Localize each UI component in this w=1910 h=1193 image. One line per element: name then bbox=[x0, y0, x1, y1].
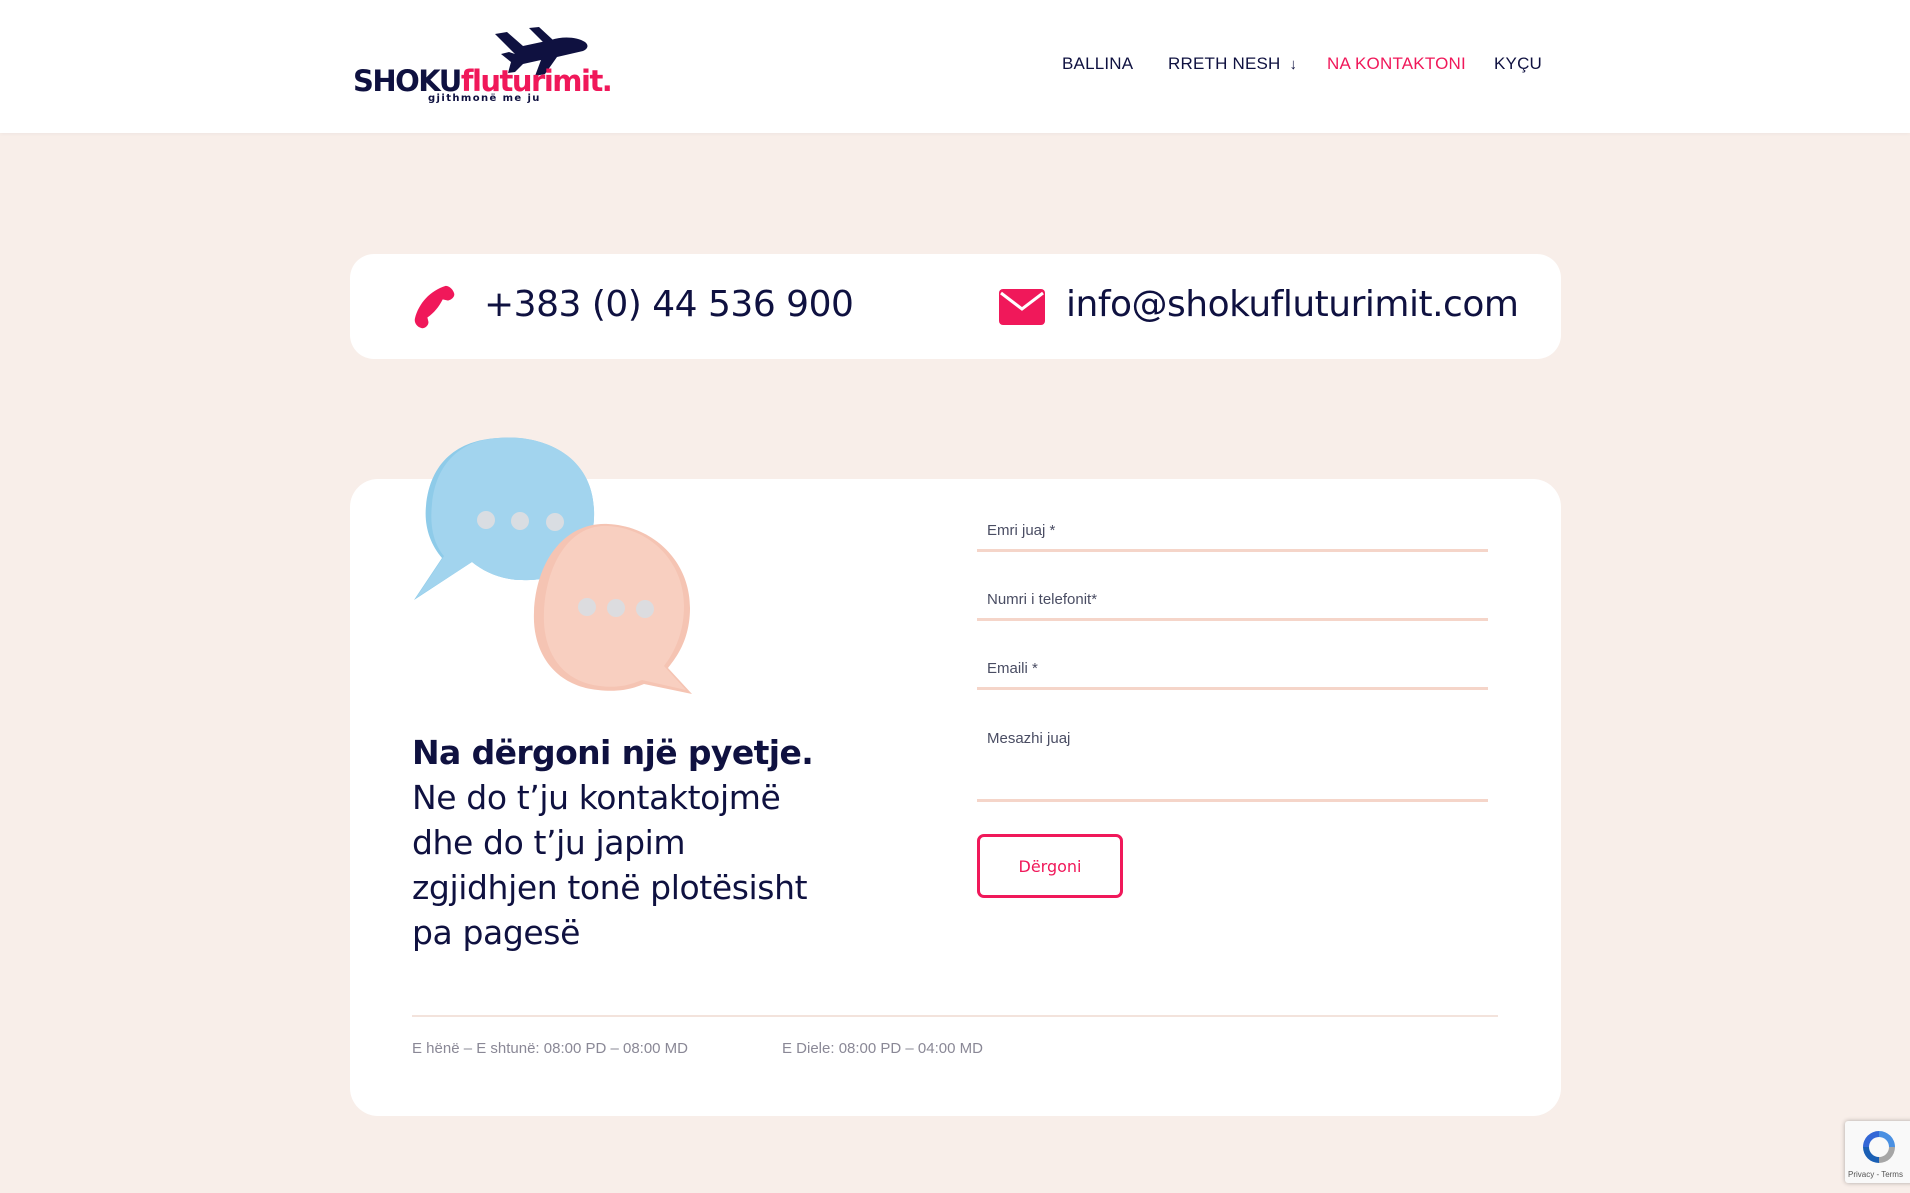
message-field[interactable]: Mesazhi juaj bbox=[977, 720, 1488, 802]
nav-item-label: RRETH NESH bbox=[1168, 54, 1281, 73]
submit-button[interactable]: Dërgoni bbox=[977, 834, 1123, 898]
envelope-icon bbox=[999, 289, 1045, 325]
nav-item-kycu[interactable]: KYÇU bbox=[1494, 54, 1542, 74]
recaptcha-badge[interactable]: Privacy - Terms bbox=[1845, 1121, 1910, 1183]
nav-item-label: BALLINA bbox=[1062, 54, 1134, 73]
hours-sunday: E Diele: 08:00 PD – 04:00 MD bbox=[782, 1040, 983, 1057]
chat-bubbles-illustration bbox=[414, 437, 692, 694]
logo-tagline: gjithmonë me ju bbox=[428, 93, 541, 104]
arrow-down-icon: ↓ bbox=[1289, 56, 1298, 73]
site-header: SHOKUfluturimit. gjithmonë me ju BALLINA… bbox=[0, 0, 1910, 133]
phone-field-label: Numri i telefonit* bbox=[987, 591, 1098, 608]
submit-button-label: Dërgoni bbox=[1018, 856, 1082, 876]
name-field[interactable]: Emri juaj * bbox=[977, 512, 1488, 552]
form-headline: Na dërgoni një pyetje. Ne do t’ju kontak… bbox=[412, 730, 832, 955]
phone-field[interactable]: Numri i telefonit* bbox=[977, 581, 1488, 621]
nav-item-label: NA KONTAKTONI bbox=[1327, 54, 1466, 73]
email-field[interactable]: Emaili * bbox=[977, 650, 1488, 690]
site-logo[interactable]: SHOKUfluturimit. gjithmonë me ju bbox=[353, 24, 613, 106]
contact-email[interactable]: info@shokufluturimit.com bbox=[1066, 284, 1519, 325]
email-field-label: Emaili * bbox=[987, 660, 1038, 677]
nav-item-label: KYÇU bbox=[1494, 54, 1543, 73]
phone-icon bbox=[414, 285, 455, 329]
recaptcha-links[interactable]: Privacy - Terms bbox=[1848, 1170, 1903, 1179]
form-headline-sub: Ne do t’ju kontaktojmë dhe do t’ju japim… bbox=[412, 778, 808, 952]
name-field-label: Emri juaj * bbox=[987, 522, 1056, 539]
contact-info-card: +383 (0) 44 536 900 info@shokufluturimit… bbox=[350, 254, 1561, 359]
form-headline-bold: Na dërgoni një pyetje. bbox=[412, 733, 814, 772]
message-field-label: Mesazhi juaj bbox=[987, 730, 1071, 747]
hours-weekdays: E hënë – E shtunë: 08:00 PD – 08:00 MD bbox=[412, 1040, 689, 1057]
nav-item-ballina[interactable]: BALLINA bbox=[1062, 54, 1133, 74]
nav-item-na-kontaktoni[interactable]: NA KONTAKTONI bbox=[1327, 54, 1466, 74]
nav-item-rreth-nesh[interactable]: RRETH NESH ↓ bbox=[1168, 54, 1297, 74]
recaptcha-icon bbox=[1863, 1131, 1895, 1163]
contact-phone[interactable]: +383 (0) 44 536 900 bbox=[484, 284, 854, 325]
divider bbox=[412, 1015, 1498, 1017]
